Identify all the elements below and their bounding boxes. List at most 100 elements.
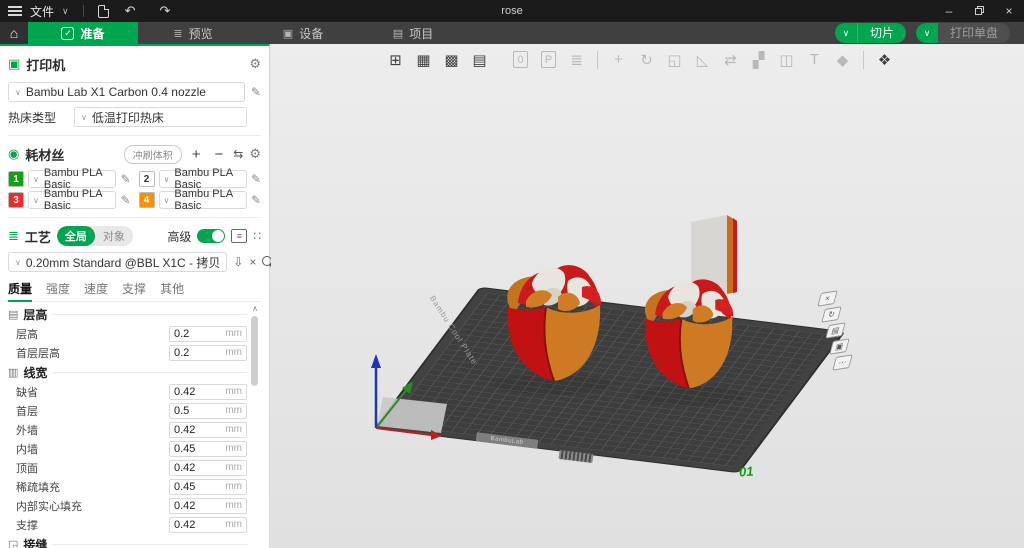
new-project-icon[interactable] [98, 5, 109, 18]
tab-strength[interactable]: 强度 [46, 280, 70, 297]
main-tabbar: ⌂ ✓ 准备 ≣ 预览 ▣ 设备 ▤ 项目 ∨ 切片 ∨ 打印单盘 [0, 22, 1024, 44]
print-plate-button[interactable]: ∨ 打印单盘 [916, 23, 1010, 43]
tab-quality[interactable]: 质量 [8, 280, 32, 297]
home-button[interactable]: ⌂ [0, 22, 28, 44]
delete-plate-icon[interactable]: × [817, 290, 837, 306]
clear-preset-icon[interactable]: × [249, 255, 256, 269]
internal-solid-infill-line-width-input[interactable]: 0.42mm [169, 498, 247, 514]
tab-device[interactable]: ▣ 设备 [248, 22, 358, 44]
filament-edit-icon[interactable]: ✎ [120, 193, 130, 207]
filament-edit-icon[interactable]: ✎ [120, 172, 130, 186]
add-model-icon[interactable]: ⊞ [383, 47, 408, 72]
lock-plate-icon[interactable]: ▣ [829, 338, 849, 354]
setting-row: 首层层高 0.2mm [8, 343, 247, 362]
file-menu[interactable]: 文件 [30, 3, 54, 20]
first-layer-height-input[interactable]: 0.2mm [169, 345, 247, 361]
filament-select[interactable]: ∨ Bambu PLA Basic [159, 191, 247, 209]
add-filament-button[interactable]: + [188, 146, 205, 163]
tab-project[interactable]: ▤ 项目 [358, 22, 468, 44]
tab-speed[interactable]: 速度 [84, 280, 108, 297]
file-menu-chevron-icon[interactable]: ∨ [62, 6, 69, 17]
bed-type-select[interactable]: ∨ 低温打印热床 [74, 107, 247, 127]
layers-icon[interactable]: ≣ [564, 47, 589, 72]
tab-support[interactable]: 支撑 [122, 280, 146, 297]
move-icon[interactable]: + [606, 47, 631, 72]
arrange-plate-icon[interactable]: ▤ [825, 322, 845, 338]
flush-volume-button[interactable]: 冲刷体积 [124, 145, 182, 164]
viewport-3d[interactable]: ⊞ ▦ ▩ ▤ 0 P ≣ + ↻ ◱ ◺ ⇄ ▞ ◫ T ◆ ❖ [271, 44, 1024, 548]
undo-icon[interactable]: ↶ [117, 0, 144, 22]
scale-icon[interactable]: ◱ [662, 47, 687, 72]
printer-settings-gear-icon[interactable]: ⚙ [249, 56, 261, 72]
auto-arrange-icon[interactable]: ▩ [439, 47, 464, 72]
cut-icon[interactable]: ▞ [746, 47, 771, 72]
model-rose-1[interactable] [498, 253, 608, 387]
filament-select[interactable]: ∨ Bambu PLA Basic [28, 191, 116, 209]
redo-icon[interactable]: ↷ [152, 0, 179, 22]
split-objects-icon[interactable]: ◫ [774, 47, 799, 72]
split-view-icon[interactable]: ▤ [467, 47, 492, 72]
process-preset-select[interactable]: ∨ 0.20mm Standard @BBL X1C - 拷贝 [8, 252, 227, 272]
lay-flat-icon[interactable]: ◺ [690, 47, 715, 72]
remove-filament-button[interactable]: − [211, 146, 228, 163]
tab-preview[interactable]: ≣ 预览 [138, 22, 248, 44]
advanced-toggle[interactable] [197, 229, 225, 243]
support-line-width-input[interactable]: 0.42mm [169, 517, 247, 533]
filament-edit-icon[interactable]: ✎ [251, 193, 261, 207]
tab-others[interactable]: 其他 [160, 280, 184, 297]
filament-select[interactable]: ∨ Bambu PLA Basic [28, 170, 116, 188]
sparse-infill-line-width-input[interactable]: 0.45mm [169, 479, 247, 495]
scope-objects-tab[interactable]: 对象 [95, 226, 133, 246]
filament-color-badge[interactable]: 2 [139, 171, 155, 187]
minimize-button[interactable]: – [934, 0, 964, 22]
first-layer-line-width-input[interactable]: 0.5mm [169, 403, 247, 419]
slice-dropdown-chevron-icon[interactable]: ∨ [835, 23, 857, 43]
model-rose-2[interactable] [636, 268, 740, 394]
scope-global-tab[interactable]: 全局 [57, 226, 95, 246]
ams-sync-icon[interactable]: ⇆ [233, 147, 243, 161]
restore-button[interactable] [964, 0, 994, 22]
paste-icon[interactable]: P [536, 47, 561, 72]
filament-settings-gear-icon[interactable]: ⚙ [249, 146, 261, 162]
printer-select[interactable]: ∨ Bambu Lab X1 Carbon 0.4 nozzle [8, 82, 245, 102]
scroll-up-icon[interactable]: ∧ [249, 304, 261, 313]
add-plate-icon[interactable]: ▦ [411, 47, 436, 72]
plate-name-icon[interactable]: ⋯ [832, 354, 852, 370]
slice-button[interactable]: ∨ 切片 [835, 23, 906, 43]
scope-switch: 全局 对象 [57, 226, 133, 246]
scrollbar-thumb[interactable] [251, 316, 258, 386]
text-tool-icon[interactable]: T [802, 47, 827, 72]
layer-height-icon: ▤ [8, 308, 18, 321]
filament-edit-icon[interactable]: ✎ [251, 172, 261, 186]
inner-wall-line-width-input[interactable]: 0.45mm [169, 441, 247, 457]
printer-edit-icon[interactable]: ✎ [251, 85, 261, 99]
close-button[interactable]: × [994, 0, 1024, 22]
outer-wall-line-width-input[interactable]: 0.42mm [169, 422, 247, 438]
filament-color-badge[interactable]: 1 [8, 171, 24, 187]
tab-prepare[interactable]: ✓ 准备 [28, 22, 138, 44]
prepare-icon: ✓ [61, 27, 74, 40]
assembly-view-icon[interactable]: ❖ [872, 47, 897, 72]
section-line-width: ▥ 线宽 [8, 362, 247, 382]
hamburger-menu-icon[interactable] [8, 4, 22, 18]
setting-row: 外墙 0.42mm [8, 420, 247, 439]
print-dropdown-chevron-icon[interactable]: ∨ [916, 23, 938, 43]
default-line-width-input[interactable]: 0.42mm [169, 384, 247, 400]
filament-color-badge[interactable]: 3 [8, 192, 24, 208]
parameter-list-icon[interactable]: ≡ [231, 229, 247, 243]
filament-list: 1 ∨ Bambu PLA Basic ✎ 2 ∨ Bambu PLA Basi… [8, 170, 261, 209]
mirror-icon[interactable]: ⇄ [718, 47, 743, 72]
filament-select[interactable]: ∨ Bambu PLA Basic [159, 170, 247, 188]
seam-icon: ◲ [8, 538, 18, 548]
copy-icon[interactable]: 0 [508, 47, 533, 72]
layer-height-input[interactable]: 0.2mm [169, 326, 247, 342]
filament-color-badge[interactable]: 4 [139, 192, 155, 208]
plate-number-label[interactable]: 01 [738, 464, 753, 480]
settings-scrollbar[interactable]: ∧ ∨ [249, 304, 261, 548]
objects-table-icon[interactable]: ∷ [253, 229, 261, 243]
paint-tool-icon[interactable]: ◆ [830, 47, 855, 72]
rotate-icon[interactable]: ↻ [634, 47, 659, 72]
orient-plate-icon[interactable]: ↻ [821, 306, 841, 322]
top-surface-line-width-input[interactable]: 0.42mm [169, 460, 247, 476]
save-preset-icon[interactable]: ⇩ [233, 255, 243, 269]
